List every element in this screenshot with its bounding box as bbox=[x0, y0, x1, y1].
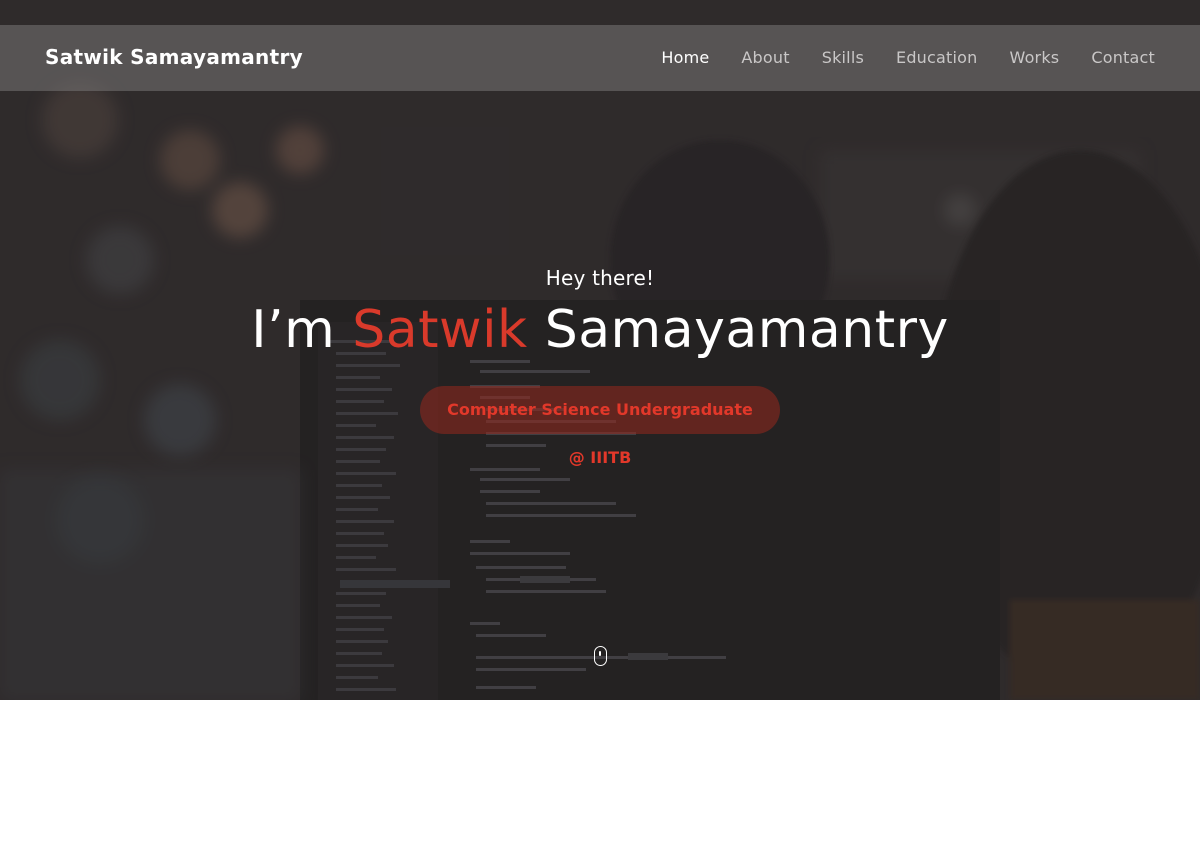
brand-logo-link[interactable]: Satwik Samayamantry bbox=[45, 45, 303, 69]
scroll-mouse-icon[interactable] bbox=[594, 646, 607, 666]
nav-link-skills[interactable]: Skills bbox=[822, 48, 864, 67]
nav-link-works[interactable]: Works bbox=[1009, 48, 1059, 67]
hero-content: Hey there! I’m Satwik Samayamantry Compu… bbox=[0, 266, 1200, 467]
nav-link-education[interactable]: Education bbox=[896, 48, 977, 67]
hero-tagline-badge: Computer Science Undergraduate @ IIITB bbox=[420, 386, 780, 467]
headline-last-name: Samayamantry bbox=[544, 300, 949, 360]
headline-prefix: I’m bbox=[251, 300, 336, 360]
nav-link-home[interactable]: Home bbox=[661, 48, 709, 67]
nav-link-contact[interactable]: Contact bbox=[1091, 48, 1155, 67]
hero-section: Satwik Samayamantry Home About Skills Ed… bbox=[0, 0, 1200, 700]
nav-links: Home About Skills Education Works Contac… bbox=[629, 48, 1155, 67]
scroll-wheel bbox=[599, 651, 601, 656]
nav-link-about[interactable]: About bbox=[741, 48, 789, 67]
tagline-wrap: Computer Science Undergraduate @ IIITB bbox=[0, 386, 1200, 467]
top-navbar: Satwik Samayamantry Home About Skills Ed… bbox=[0, 25, 1200, 91]
headline-first-name: Satwik bbox=[352, 300, 528, 360]
hero-headline: I’m Satwik Samayamantry bbox=[0, 298, 1200, 362]
hero-greeting: Hey there! bbox=[545, 266, 655, 290]
